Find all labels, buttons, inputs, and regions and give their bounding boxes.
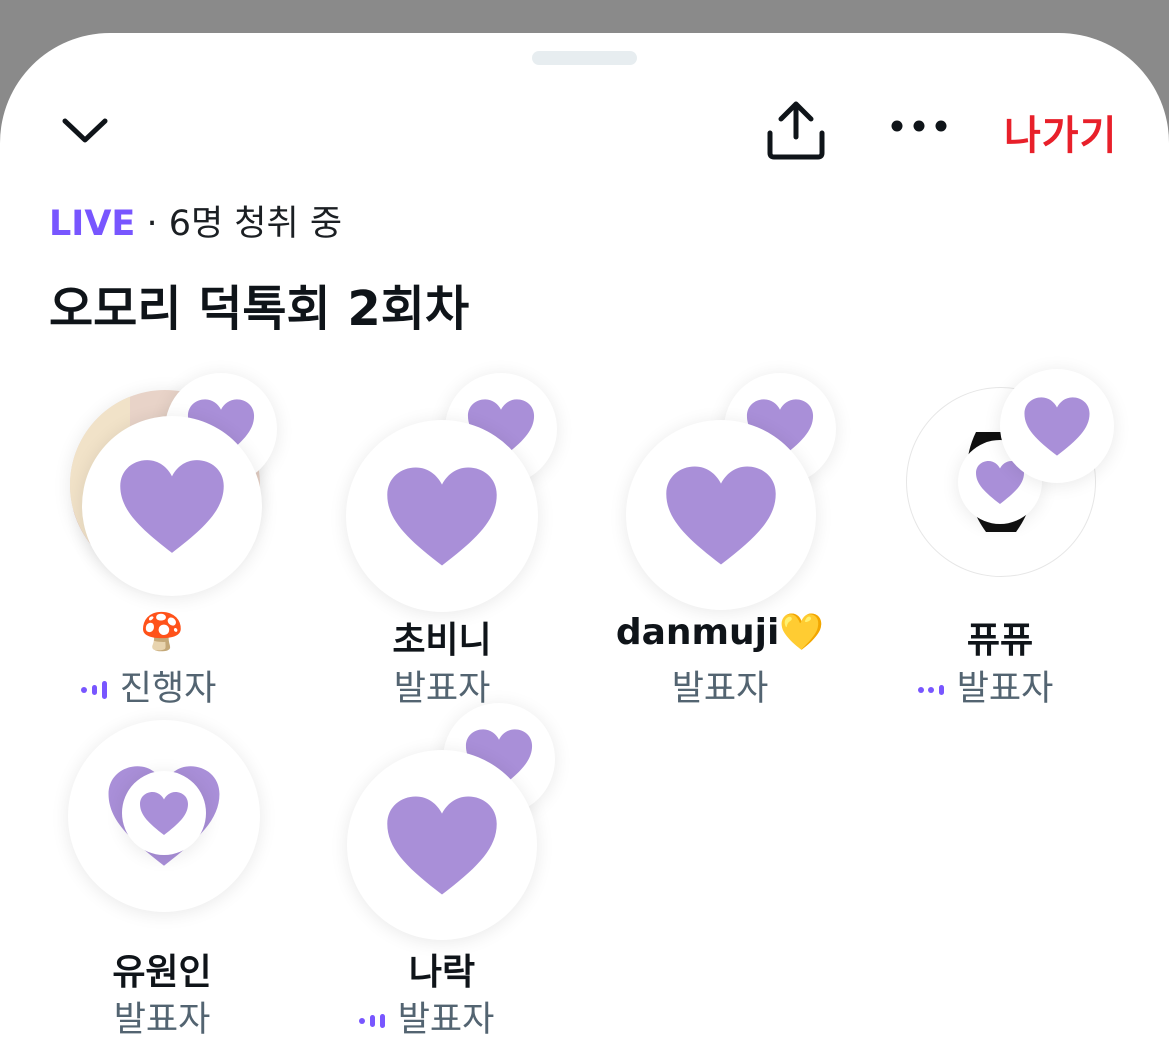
participant-name: 나락 xyxy=(408,952,476,993)
heart-icon xyxy=(140,791,188,835)
heart-icon xyxy=(387,466,497,566)
participant-name: danmuji💛 xyxy=(615,612,825,653)
participant-role: 발표자 xyxy=(292,660,592,711)
heart-avatar xyxy=(347,750,537,940)
heart-icon xyxy=(120,459,224,553)
space-sheet: 나가기 LIVE · 6명 청취 중 오모리 덕톡회 2회차 🍄 진행자 초비니… xyxy=(0,33,1169,1055)
participant-role: 발표자 xyxy=(276,991,576,1042)
speaking-indicator-icon xyxy=(358,1014,385,1028)
heart-avatar xyxy=(82,416,262,596)
participant-role: 발표자 xyxy=(12,991,312,1042)
participants-grid: 🍄 진행자 초비니 발표자 danmuji💛 발표자 퓨퓨 발표자 유원인 발표… xyxy=(0,33,1169,1055)
heart-icon xyxy=(1024,396,1090,456)
reaction-badge xyxy=(1000,369,1114,483)
participant-name: 🍄 xyxy=(139,612,185,653)
participant-name: 초비니 xyxy=(392,620,492,661)
participant-role: 진행자 xyxy=(0,660,298,711)
speaking-indicator-icon xyxy=(80,681,107,699)
heart-avatar xyxy=(626,420,816,610)
participant-name: 퓨퓨 xyxy=(966,620,1034,661)
speaking-indicator-icon xyxy=(917,685,944,695)
inner-heart-badge xyxy=(122,771,206,855)
role-label: 발표자 xyxy=(113,1000,211,1040)
role-label: 발표자 xyxy=(393,669,491,709)
participant-role: 발표자 xyxy=(570,660,870,711)
role-label: 발표자 xyxy=(671,669,769,709)
role-label: 진행자 xyxy=(119,669,217,709)
role-label: 발표자 xyxy=(956,669,1054,709)
heart-icon xyxy=(666,465,776,565)
role-label: 발표자 xyxy=(397,1000,495,1040)
heart-avatar xyxy=(346,420,538,612)
participant-name: 유원인 xyxy=(112,952,212,993)
participant-role: 발표자 xyxy=(835,660,1135,711)
heart-icon xyxy=(387,795,497,895)
